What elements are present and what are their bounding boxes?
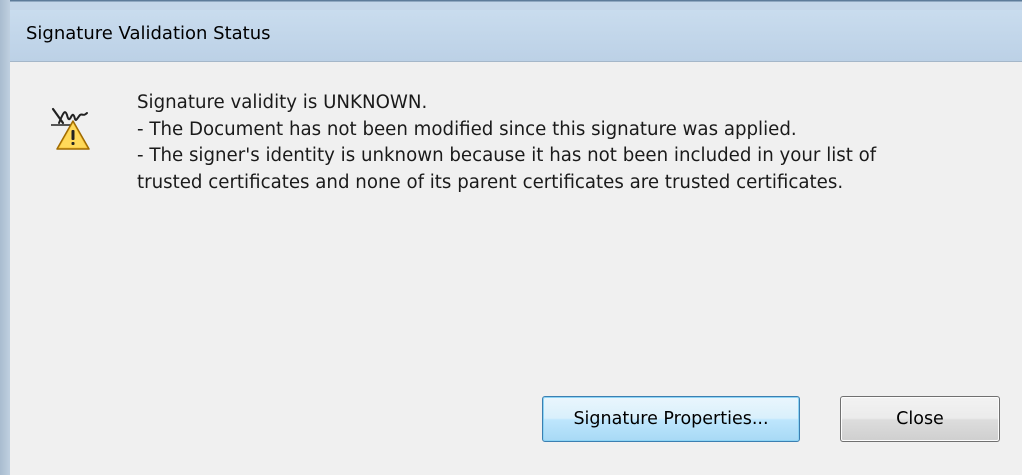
window-top-border: [0, 0, 1022, 10]
message-line-modified: - The Document has not been modified sin…: [137, 118, 797, 140]
message-line-certificates: trusted certificates and none of its par…: [137, 171, 844, 193]
dialog-content: Signature validity is UNKNOWN. - The Doc…: [11, 63, 1022, 475]
validation-message: Signature validity is UNKNOWN. - The Doc…: [137, 90, 1007, 196]
title-bar[interactable]: Signature Validation Status: [10, 10, 1022, 62]
signature-properties-button[interactable]: Signature Properties...: [542, 396, 800, 442]
message-line-status: Signature validity is UNKNOWN.: [137, 92, 428, 113]
window-left-border: [0, 0, 10, 475]
signature-warning-icon: [51, 107, 90, 150]
close-button[interactable]: Close: [840, 396, 1000, 442]
message-line-identity: - The signer's identity is unknown becau…: [137, 145, 877, 166]
signature-validation-dialog: Signature Validation Status Signature va…: [0, 0, 1022, 475]
window-title: Signature Validation Status: [26, 23, 271, 44]
